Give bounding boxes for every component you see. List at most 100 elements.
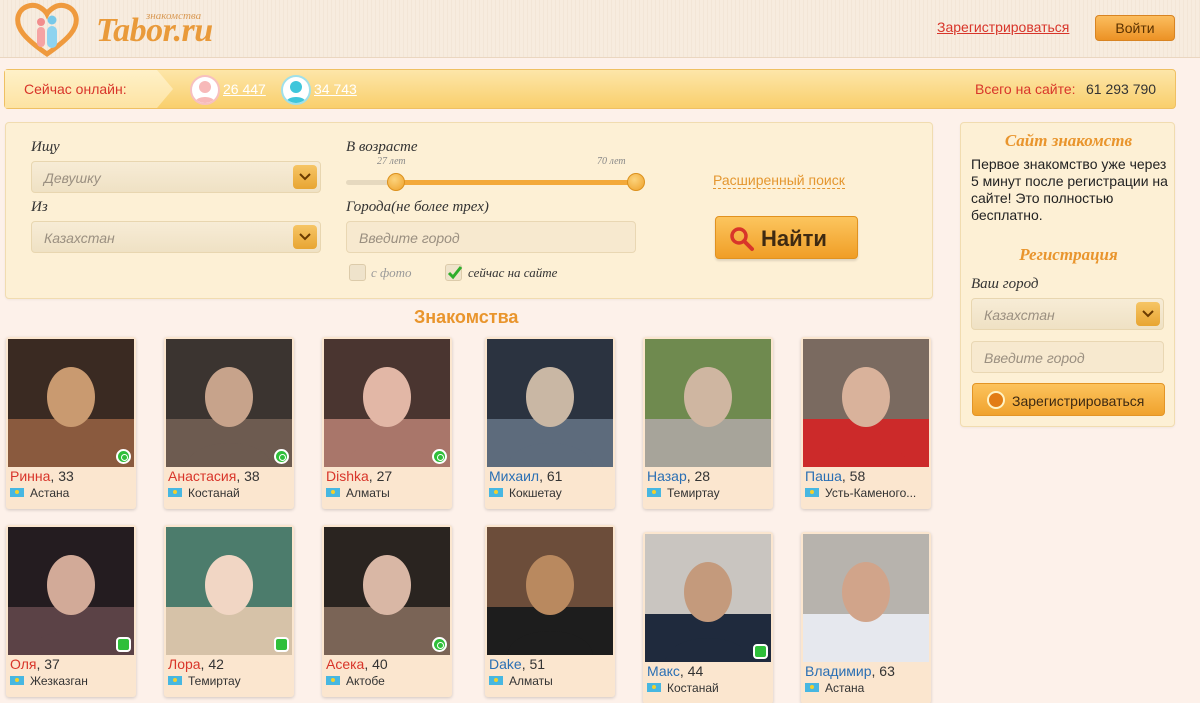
site-header: знакомства Tabor.ru Зарегистрироваться В… (0, 0, 1200, 58)
city-placeholder: Введите город (359, 230, 460, 246)
profile-card[interactable]: Макс, 44 Костанай (643, 532, 773, 703)
profile-photo[interactable] (487, 527, 613, 655)
chevron-down-icon (293, 225, 317, 249)
age-min-handle[interactable] (387, 173, 405, 191)
profile-age: , 40 (364, 656, 388, 672)
total-label: Всего на сайте: (975, 81, 1076, 97)
sidebar-text: Первое знакомство уже через 5 минут посл… (971, 156, 1168, 223)
kazakhstan-flag-icon (10, 488, 24, 498)
profile-name[interactable]: Dake (489, 656, 522, 672)
profile-photo[interactable] (324, 527, 450, 655)
profile-city-line: Костанай (168, 486, 290, 500)
profile-city: Костанай (188, 486, 240, 500)
profile-name-line: Владимир, 63 (805, 663, 895, 679)
profile-photo[interactable] (803, 534, 929, 662)
profile-name[interactable]: Назар (647, 468, 687, 484)
profile-city: Актобе (346, 674, 385, 688)
profile-city: Алматы (346, 486, 390, 500)
sidebar-city-input[interactable]: Введите город (971, 341, 1164, 373)
profile-city: Темиртау (188, 674, 241, 688)
seeking-select[interactable]: Девушку (31, 161, 321, 193)
age-slider-range (396, 180, 636, 185)
profile-city: Алматы (509, 674, 553, 688)
find-button-label: Найти (761, 226, 827, 251)
profile-name[interactable]: Анастасия (168, 468, 236, 484)
profile-city-line: Темиртау (168, 674, 290, 688)
sidebar-country-select[interactable]: Казахстан (971, 298, 1164, 330)
sidebar-register-label: Зарегистрироваться (1012, 393, 1145, 409)
seeking-value: Девушку (44, 170, 101, 186)
online-stats-bar: Сейчас онлайн: 26 447 34 743 Всего на са… (4, 69, 1176, 109)
profile-photo[interactable] (487, 339, 613, 467)
profile-photo[interactable] (803, 339, 929, 467)
profile-name-line: Асека, 40 (326, 656, 388, 672)
mobile-online-icon (116, 637, 131, 652)
find-button[interactable]: Найти (715, 216, 858, 259)
online-status-icon (432, 637, 447, 652)
with-photo-checkbox[interactable] (349, 264, 366, 281)
age-max-handle[interactable] (627, 173, 645, 191)
profile-card[interactable]: Анастасия, 38 Костанай (164, 337, 294, 509)
profile-name[interactable]: Лора (168, 656, 201, 672)
profile-photo[interactable] (645, 339, 771, 467)
profile-card[interactable]: Михаил, 61 Кокшетау (485, 337, 615, 509)
profile-card[interactable]: Асека, 40 Актобе (322, 525, 452, 697)
profile-card[interactable]: Ринна, 33 Астана (6, 337, 136, 509)
profile-city-line: Астана (805, 681, 927, 695)
online-now-checkbox[interactable] (445, 264, 463, 281)
profile-card[interactable]: Владимир, 63 Астана (801, 532, 931, 703)
profile-card[interactable]: Оля, 37 Жезказган (6, 525, 136, 697)
profile-name[interactable]: Макс (647, 663, 680, 679)
profile-card[interactable]: Лора, 42 Темиртау (164, 525, 294, 697)
profile-city-line: Жезказган (10, 674, 132, 688)
online-now-label: сейчас на сайте (468, 265, 558, 280)
sidebar-city-placeholder: Введите город (984, 350, 1085, 366)
profile-photo[interactable] (645, 534, 771, 662)
profile-age: , 37 (36, 656, 60, 672)
profile-card[interactable]: Назар, 28 Темиртау (643, 337, 773, 509)
mobile-online-icon (274, 637, 289, 652)
chevron-down-icon (293, 165, 317, 189)
profile-city: Астана (825, 681, 865, 695)
profile-city: Усть-Каменого... (825, 486, 917, 500)
profile-photo[interactable] (166, 527, 292, 655)
profile-photo[interactable] (324, 339, 450, 467)
profile-city-line: Актобе (326, 674, 448, 688)
sidebar: Сайт знакомств Первое знакомство уже чер… (960, 122, 1175, 427)
register-link[interactable]: Зарегистрироваться (937, 19, 1069, 35)
profile-age: , 28 (686, 468, 711, 484)
city-input[interactable]: Введите город (346, 221, 636, 253)
login-button[interactable]: Войти (1095, 15, 1175, 41)
kazakhstan-flag-icon (168, 488, 182, 498)
sidebar-register-button[interactable]: Зарегистрироваться (972, 383, 1165, 416)
profile-photo[interactable] (8, 339, 134, 467)
profile-photo[interactable] (166, 339, 292, 467)
men-online-count[interactable]: 34 743 (314, 81, 357, 97)
profile-name[interactable]: Паша (805, 468, 842, 484)
profile-name[interactable]: Михаил (489, 468, 539, 484)
profile-card[interactable]: Dishka, 27 Алматы (322, 337, 452, 509)
profile-name-line: Паша, 58 (805, 468, 865, 484)
profile-city-line: Кокшетау (489, 486, 611, 500)
logo-heart-icon[interactable] (14, 2, 80, 58)
profile-name[interactable]: Владимир (805, 663, 872, 679)
profile-name[interactable]: Оля (10, 656, 36, 672)
profile-card[interactable]: Dake, 51 Алматы (485, 525, 615, 697)
profile-card[interactable]: Паша, 58 Усть-Каменого... (801, 337, 931, 509)
profile-name-line: Назар, 28 (647, 468, 710, 484)
profile-age: , 51 (521, 656, 546, 672)
women-online-count[interactable]: 26 447 (223, 81, 266, 97)
cities-label: Города(не более трех) (346, 199, 489, 215)
profile-photo[interactable] (8, 527, 134, 655)
profile-name[interactable]: Асека (326, 656, 364, 672)
profile-city: Костанай (667, 681, 719, 695)
logo-text[interactable]: Tabor.ru (96, 12, 213, 50)
advanced-search-link[interactable]: Расширенный поиск (713, 172, 845, 189)
profile-name[interactable]: Dishka (326, 468, 369, 484)
profile-name-line: Dishka, 27 (326, 468, 392, 484)
profile-name[interactable]: Ринна (10, 468, 50, 484)
online-label: Сейчас онлайн: (24, 81, 127, 97)
country-select[interactable]: Казахстан (31, 221, 321, 253)
with-photo-label: с фото (371, 265, 412, 280)
kazakhstan-flag-icon (647, 683, 661, 693)
